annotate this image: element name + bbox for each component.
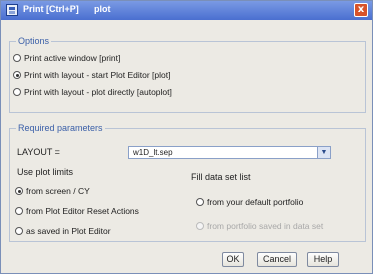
required-parameters-legend: Required parameters	[16, 123, 105, 133]
cancel-button[interactable]: Cancel	[257, 252, 297, 267]
layout-value: w1D_lt.sep	[133, 148, 173, 157]
fill-data-set-label: Fill data set list	[191, 172, 251, 182]
limits-option-saved[interactable]: as saved in Plot Editor	[15, 226, 111, 236]
radio-fill-default[interactable]	[196, 198, 204, 206]
radio-fill-saved	[196, 222, 204, 230]
use-plot-limits-label: Use plot limits	[17, 167, 74, 177]
title-bar[interactable]: Print [Ctrl+P] plot x	[1, 1, 372, 20]
option-print-active-label: Print active window [print]	[24, 53, 121, 63]
limits-option-reset[interactable]: from Plot Editor Reset Actions	[15, 206, 139, 216]
options-group: Options Print active window [print] Prin…	[9, 36, 366, 113]
fill-option-default[interactable]: from your default portfolio	[196, 197, 303, 207]
chevron-down-icon[interactable]: ▼	[317, 147, 330, 158]
option-print-autoplot[interactable]: Print with layout - plot directly [autop…	[13, 87, 172, 97]
options-legend: Options	[16, 36, 52, 46]
help-button[interactable]: Help	[307, 252, 339, 267]
radio-limits-screen[interactable]	[15, 187, 23, 195]
option-print-plot-editor[interactable]: Print with layout - start Plot Editor [p…	[13, 70, 170, 80]
layout-select[interactable]: w1D_lt.sep ▼	[128, 146, 331, 159]
radio-limits-saved[interactable]	[15, 227, 23, 235]
radio-print-active[interactable]	[13, 54, 21, 62]
fill-option-default-label: from your default portfolio	[207, 197, 304, 207]
radio-print-plot-editor[interactable]	[13, 71, 21, 79]
print-dialog: Print [Ctrl+P] plot x Options Print acti…	[0, 0, 373, 274]
option-print-autoplot-label: Print with layout - plot directly [autop…	[24, 87, 172, 97]
option-print-plot-editor-label: Print with layout - start Plot Editor [p…	[24, 70, 171, 80]
limits-option-saved-label: as saved in Plot Editor	[26, 226, 111, 236]
layout-label: LAYOUT =	[17, 147, 60, 157]
option-print-active[interactable]: Print active window [print]	[13, 53, 120, 63]
limits-option-screen[interactable]: from screen / CY	[15, 186, 90, 196]
limits-option-screen-label: from screen / CY	[26, 186, 90, 196]
print-dialog-icon	[6, 4, 18, 16]
radio-print-autoplot[interactable]	[13, 88, 21, 96]
radio-limits-reset[interactable]	[15, 207, 23, 215]
close-button[interactable]: x	[354, 3, 368, 17]
window-subtitle: plot	[94, 4, 111, 14]
ok-button[interactable]: OK	[222, 252, 244, 267]
window-title: Print [Ctrl+P]	[23, 4, 79, 14]
fill-option-saved-label: from portfolio saved in data set	[207, 221, 324, 231]
fill-option-saved: from portfolio saved in data set	[196, 221, 323, 231]
limits-option-reset-label: from Plot Editor Reset Actions	[26, 206, 139, 216]
